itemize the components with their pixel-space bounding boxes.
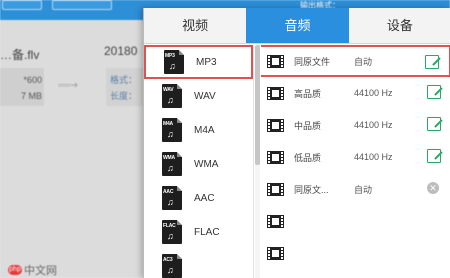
watermark-text: 中文网 [24, 265, 57, 277]
file-info: *600 7 MB [0, 68, 44, 106]
tab-device[interactable]: 设备 [349, 8, 450, 43]
format-item-flac[interactable]: FLAC ♫ FLAC [144, 215, 253, 249]
quality-preset-list: 同原文件 自动 高品质 44100 Hz 中品质 44100 Hz 低品质 44… [261, 45, 450, 278]
file-resolution: *600 [23, 75, 42, 85]
scrollbar-thumb[interactable] [255, 45, 260, 165]
wma-file-icon: WMA ♫ [162, 152, 182, 176]
preset-row[interactable] [261, 205, 450, 237]
close-icon[interactable]: ✕ [427, 182, 439, 194]
format-item-ac3[interactable]: AC3 ♫ [144, 249, 253, 278]
preset-row[interactable]: 同原文... 自动 ✕ [261, 173, 450, 205]
preset-sample-rate: 44100 Hz [354, 120, 393, 130]
flac-file-icon: FLAC ♫ [162, 220, 182, 244]
preset-row[interactable]: 中品质 44100 Hz [261, 109, 450, 141]
format-label: AAC [194, 192, 215, 204]
format-item-aac[interactable]: AAC ♫ AAC [144, 181, 253, 215]
php-logo-icon: php [8, 265, 22, 275]
format-item-wav[interactable]: WAV ♫ WAV [144, 79, 253, 113]
preset-sample-rate: 44100 Hz [354, 88, 393, 98]
file-name: …备.flv [0, 48, 40, 62]
file-size: 7 MB [20, 91, 42, 101]
format-picker-panel: 视频 音频 设备 MP3 ♫ MP3 WAV ♫ WAV M4A ♫ M4A WMA ♫… [143, 8, 450, 278]
preset-name: 同原文... [294, 184, 329, 195]
edit-icon[interactable] [427, 85, 441, 99]
film-icon [267, 118, 284, 132]
ac3-file-icon: AC3 ♫ [162, 254, 182, 278]
tab-video[interactable]: 视频 [144, 8, 246, 43]
format-label: WAV [194, 90, 216, 102]
format-label: FLAC [194, 226, 220, 238]
mp3-file-icon: MP3 ♫ [164, 50, 184, 74]
preset-row[interactable] [261, 237, 450, 269]
duration-label: 长度： [110, 91, 138, 101]
preset-row[interactable]: 高品质 44100 Hz [261, 77, 450, 109]
film-icon [267, 246, 284, 260]
preset-row[interactable]: 低品质 44100 Hz [261, 141, 450, 173]
film-icon [267, 214, 284, 228]
format-label: MP3 [196, 56, 217, 68]
edit-icon[interactable] [427, 149, 441, 163]
preset-name: 高品质 [294, 88, 322, 99]
preset-row[interactable]: 同原文件 自动 [261, 45, 450, 77]
preset-name: 同原文件 [294, 56, 331, 67]
film-icon [267, 150, 284, 164]
format-list-scrollbar[interactable] [255, 45, 260, 278]
format-label: M4A [194, 124, 215, 136]
preset-sample-rate: 44100 Hz [354, 152, 393, 162]
format-label: WMA [194, 158, 219, 170]
film-icon [267, 182, 284, 196]
format-item-mp3[interactable]: MP3 ♫ MP3 [144, 45, 253, 79]
preset-name: 低品质 [294, 152, 322, 163]
audio-format-list: MP3 ♫ MP3 WAV ♫ WAV M4A ♫ M4A WMA ♫ WMA AAC ♫… [144, 45, 254, 278]
film-icon [267, 86, 284, 100]
m4a-file-icon: M4A ♫ [162, 118, 182, 142]
file-date: 20180 [104, 44, 138, 58]
add-folder-button[interactable] [52, 0, 112, 10]
output-info: 格式： 长度： [106, 68, 146, 106]
aac-file-icon: AAC ♫ [162, 186, 182, 210]
watermark: php 中文网 [8, 262, 57, 278]
format-item-wma[interactable]: WMA ♫ WMA [144, 147, 253, 181]
edit-icon[interactable] [425, 55, 439, 69]
preset-name: 中品质 [294, 120, 322, 131]
tab-audio[interactable]: 音频 [246, 8, 349, 43]
format-label: 格式： [110, 75, 138, 85]
wav-file-icon: WAV ♫ [162, 84, 182, 108]
preset-sample-rate: 自动 [354, 184, 373, 195]
format-item-m4a[interactable]: M4A ♫ M4A [144, 113, 253, 147]
arrow-right-icon: ══➔ [58, 80, 79, 90]
edit-icon[interactable] [427, 117, 441, 131]
preset-sample-rate: 自动 [354, 56, 373, 67]
add-file-button[interactable] [2, 0, 42, 10]
film-icon [267, 54, 284, 68]
format-tabs: 视频 音频 设备 [144, 8, 450, 44]
